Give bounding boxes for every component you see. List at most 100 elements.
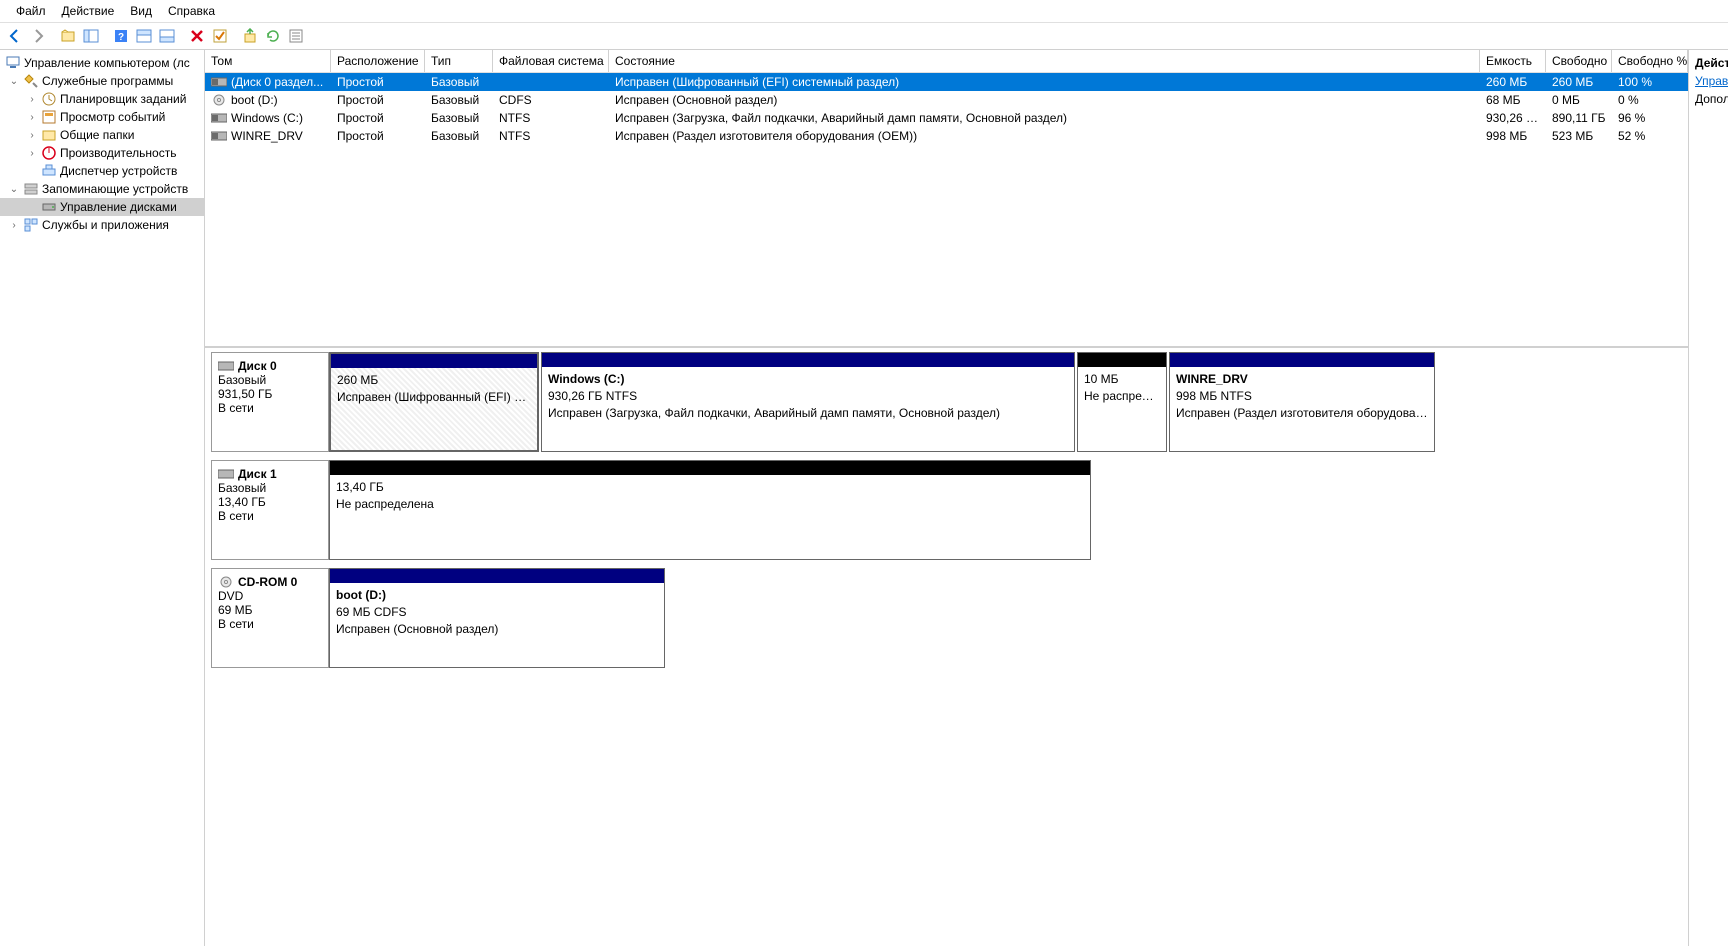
view-top-button[interactable] [133,25,155,47]
partition-stripe [331,354,537,368]
partition[interactable]: 13,40 ГБНе распределена [329,460,1091,560]
menu-file[interactable]: Файл [8,2,54,20]
view-bottom-button[interactable] [156,25,178,47]
tree-group-system-tools[interactable]: ⌄ Служебные программы [0,72,204,90]
tree-group-services[interactable]: › Службы и приложения [0,216,204,234]
folder-icon [41,127,57,143]
disk-partitions: 260 МБИсправен (Шифрованный (EFI) систем… [329,352,1439,452]
col-freepct[interactable]: Свободно % [1612,50,1688,72]
col-filesystem[interactable]: Файловая система [493,50,609,72]
menu-view[interactable]: Вид [122,2,160,20]
col-free[interactable]: Свободно [1546,50,1612,72]
partition[interactable]: WINRE_DRV998 МБ NTFSИсправен (Раздел изг… [1169,352,1435,452]
tree-item-diskmgmt[interactable]: Управление дисками [0,198,204,216]
nav-tree: Управление компьютером (лс ⌄ Служебные п… [0,50,205,946]
disk-label-box[interactable]: CD-ROM 0DVD69 МБВ сети [211,568,329,668]
partition[interactable]: 10 МБНе распределена [1077,352,1167,452]
disk-status: В сети [218,401,322,415]
partition-size: 69 МБ CDFS [336,604,658,621]
partition-stripe [330,569,664,583]
volume-free: 0 МБ [1546,92,1612,108]
performance-icon [41,145,57,161]
volume-fs: NTFS [493,128,609,144]
volume-row[interactable]: Windows (C:)ПростойБазовыйNTFSИсправен (… [205,109,1688,127]
show-hide-tree-button[interactable] [80,25,102,47]
volume-row[interactable]: boot (D:)ПростойБазовыйCDFSИсправен (Осн… [205,91,1688,109]
tree-group-storage[interactable]: ⌄ Запоминающие устройств [0,180,204,198]
volume-row[interactable]: (Диск 0 раздел...ПростойБазовыйИсправен … [205,73,1688,91]
partition-size: 10 МБ [1084,371,1160,388]
refresh-button[interactable] [262,25,284,47]
actions-more[interactable]: Дополнительные действия [1695,90,1722,108]
volume-name: (Диск 0 раздел... [231,75,323,89]
expand-icon[interactable]: › [26,148,38,159]
back-button[interactable] [4,25,26,47]
menu-action[interactable]: Действие [54,2,123,20]
partition-size: 260 МБ [337,372,531,389]
partition-body: 10 МБНе распределена [1078,367,1166,451]
disk-name: Диск 0 [238,359,277,373]
actions-link-diskmgmt[interactable]: Управление дисками [1695,72,1722,90]
disk-size: 13,40 ГБ [218,495,322,509]
forward-button[interactable] [27,25,49,47]
tree-item-performance[interactable]: › Производительность [0,144,204,162]
tree-item-eventviewer[interactable]: › Просмотр событий [0,108,204,126]
col-layout[interactable]: Расположение [331,50,425,72]
collapse-icon[interactable]: ⌄ [8,184,20,195]
volume-type: Базовый [425,110,493,126]
rescan-button[interactable] [239,25,261,47]
partition-stripe [542,353,1074,367]
disk-label-box[interactable]: Диск 1Базовый13,40 ГБВ сети [211,460,329,560]
volume-status: Исправен (Основной раздел) [609,92,1480,108]
col-type[interactable]: Тип [425,50,493,72]
volume-fs: NTFS [493,110,609,126]
disk-row: Диск 0Базовый931,50 ГБВ сети260 МБИсправ… [211,352,1682,452]
disk-row: CD-ROM 0DVD69 МБВ сетиboot (D:)69 МБ CDF… [211,568,1682,668]
menu-help[interactable]: Справка [160,2,223,20]
tree-item-devicemgr[interactable]: Диспетчер устройств [0,162,204,180]
disk-name: Диск 1 [238,467,277,481]
disk-icon [218,360,234,372]
expand-icon[interactable]: › [26,94,38,105]
volume-capacity: 260 МБ [1480,74,1546,90]
disk-icon [41,199,57,215]
computer-icon [5,55,21,71]
toolbar: ? [0,23,1728,50]
col-volume[interactable]: Том [205,50,331,72]
disk-label-box[interactable]: Диск 0Базовый931,50 ГБВ сети [211,352,329,452]
device-icon [41,163,57,179]
expand-icon[interactable]: › [26,130,38,141]
volume-row[interactable]: WINRE_DRVПростойБазовыйNTFSИсправен (Раз… [205,127,1688,145]
tree-root[interactable]: Управление компьютером (лс [0,54,204,72]
volume-freepct: 100 % [1612,74,1688,90]
col-status[interactable]: Состояние [609,50,1480,72]
tree-label: Планировщик заданий [60,92,186,106]
partition-status: Исправен (Раздел изготовителя оборудован… [1176,405,1428,422]
check-button[interactable] [209,25,231,47]
volume-name: WINRE_DRV [231,129,303,143]
volume-capacity: 930,26 ГБ [1480,110,1546,126]
collapse-icon[interactable]: ⌄ [8,76,20,87]
partition[interactable]: boot (D:)69 МБ CDFSИсправен (Основной ра… [329,568,665,668]
tree-item-sharedfolders[interactable]: › Общие папки [0,126,204,144]
volume-freepct: 96 % [1612,110,1688,126]
volume-free: 523 МБ [1546,128,1612,144]
tree-label: Служебные программы [42,74,173,88]
properties-button[interactable] [285,25,307,47]
partition[interactable]: Windows (C:)930,26 ГБ NTFSИсправен (Загр… [541,352,1075,452]
up-button[interactable] [57,25,79,47]
tree-item-scheduler[interactable]: › Планировщик заданий [0,90,204,108]
partition[interactable]: 260 МБИсправен (Шифрованный (EFI) систем… [329,352,539,452]
disk-partitions: boot (D:)69 МБ CDFSИсправен (Основной ра… [329,568,1439,668]
volume-icon [211,94,227,106]
expand-icon[interactable]: › [8,220,20,231]
help-button[interactable]: ? [110,25,132,47]
volume-table-header: Том Расположение Тип Файловая система Со… [205,50,1688,73]
volume-fs: CDFS [493,92,609,108]
expand-icon[interactable]: › [26,112,38,123]
partition-status: Не распределена [1084,388,1160,405]
partition-status: Исправен (Основной раздел) [336,621,658,638]
volume-layout: Простой [331,74,425,90]
col-capacity[interactable]: Емкость [1480,50,1546,72]
delete-button[interactable] [186,25,208,47]
